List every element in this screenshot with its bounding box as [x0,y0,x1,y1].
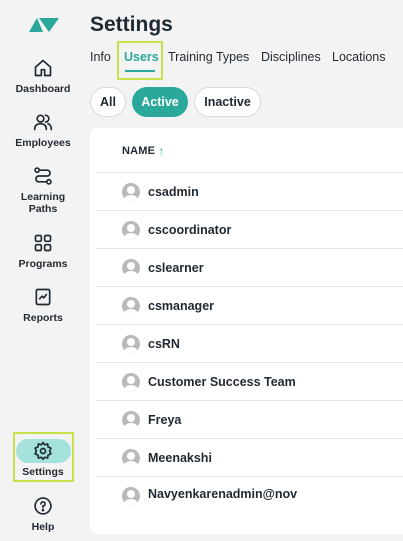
avatar [122,487,140,505]
table-row[interactable]: csmanager [96,286,403,324]
table-row[interactable]: csRN [96,324,403,362]
avatar [122,182,140,201]
user-name: csRN [148,336,180,351]
active-tab-indicator [125,70,155,72]
avatar [122,220,140,239]
user-name: cslearner [148,260,204,275]
tab-locations[interactable]: Locations [332,50,386,64]
column-header-name[interactable]: NAME ↑ [122,144,164,158]
sidebar-item-dashboard[interactable]: Dashboard [0,58,86,95]
filter-all-button[interactable]: All [90,87,126,117]
avatar [122,296,140,315]
tab-info[interactable]: Info [90,50,111,64]
sidebar-item-label: Employees [15,137,71,149]
sort-ascending-icon: ↑ [158,144,165,158]
table-row[interactable]: cslearner [96,248,403,286]
column-header-label: NAME [122,145,156,157]
user-name: csadmin [148,184,199,199]
table-row[interactable]: cscoordinator [96,210,403,248]
sidebar-item-help[interactable]: Help [0,496,86,533]
sidebar-item-programs[interactable]: Programs [0,233,86,270]
avatar [122,372,140,391]
table-row[interactable]: csadmin [96,172,403,210]
avatar [122,448,140,467]
page-title: Settings [90,13,173,36]
sidebar-item-label: Dashboard [15,83,71,95]
tab-disciplines[interactable]: Disciplines [261,50,321,64]
user-name: cscoordinator [148,222,232,237]
filter-inactive-button[interactable]: Inactive [194,87,261,117]
settings-highlight [13,432,74,482]
help-icon [34,497,52,515]
path-icon [34,167,52,185]
table-row[interactable]: Meenakshi [96,438,403,476]
home-icon [34,59,52,77]
user-name: Navyenkarenadmin@nov [148,487,298,501]
sidebar-item-employees[interactable]: Employees [0,112,86,149]
sidebar-item-label: Learning Paths [20,191,66,215]
scroll-fade [90,504,403,534]
filter-active-button[interactable]: Active [132,87,188,117]
user-name: Meenakshi [148,450,212,465]
app-logo[interactable] [29,18,59,32]
user-name: Freya [148,412,182,427]
sidebar-item-label: Reports [23,312,63,324]
avatar [122,334,140,353]
sidebar-item-label: Programs [18,258,68,270]
user-name: Customer Success Team [148,374,296,389]
report-icon [35,288,51,306]
table-row[interactable]: Freya [96,400,403,438]
sidebar-item-learning-paths[interactable]: Learning Paths [0,166,86,215]
table-row[interactable]: Customer Success Team [96,362,403,400]
avatar [122,410,140,429]
tab-users[interactable]: Users [124,50,159,64]
grid-icon [34,234,52,252]
sidebar: Dashboard Employees Learning Paths Progr… [0,0,86,541]
avatar [122,258,140,277]
user-name: csmanager [148,298,215,313]
people-icon [33,114,53,131]
sidebar-item-label: Help [31,521,55,533]
users-table: NAME ↑ csadmin cscoordinator cslearner c… [90,128,403,534]
tab-training-types[interactable]: Training Types [168,50,249,64]
sidebar-item-reports[interactable]: Reports [0,287,86,324]
